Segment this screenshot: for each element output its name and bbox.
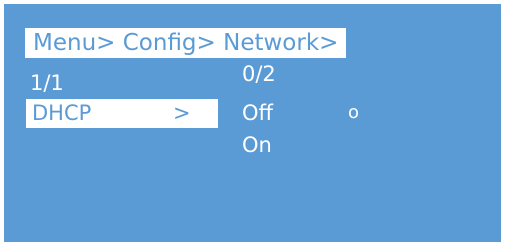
option-on[interactable]: On	[242, 132, 272, 158]
breadcrumb: Menu> Config> Network>	[25, 28, 347, 58]
menu-item-label: DHCP	[32, 101, 92, 125]
selected-indicator-icon: o	[348, 102, 360, 123]
option-counter: 0/2	[242, 62, 276, 86]
menu-item-dhcp[interactable]: DHCP >	[26, 99, 218, 128]
lcd-screen: Menu> Config> Network> 1/1 DHCP > 0/2 Of…	[4, 4, 501, 242]
option-off[interactable]: Off	[242, 100, 273, 126]
page-indicator: 1/1	[30, 71, 64, 95]
chevron-right-icon: >	[173, 101, 191, 125]
